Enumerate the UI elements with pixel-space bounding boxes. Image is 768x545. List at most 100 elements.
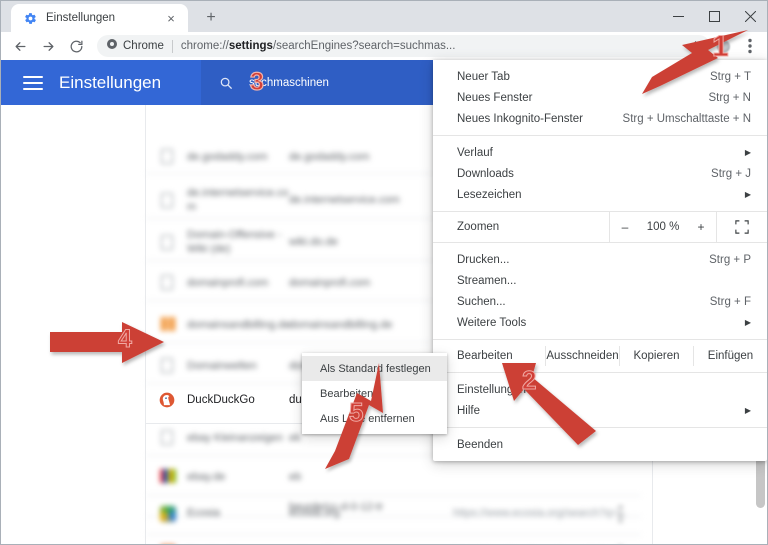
- url-bold: settings: [228, 40, 273, 52]
- edit-cut-button[interactable]: Ausschneiden: [546, 350, 619, 362]
- back-arrow-icon[interactable]: [6, 32, 34, 60]
- menu-item-lesezeichen[interactable]: Lesezeichen ▶: [433, 184, 767, 205]
- minimize-icon[interactable]: [660, 0, 696, 32]
- extension-icon[interactable]: [710, 32, 736, 60]
- menu-item-shortcut: Strg + F: [709, 295, 751, 308]
- menu-item-neues-fenster[interactable]: Neues Fenster Strg + N: [433, 87, 767, 108]
- menu-item-shortcut: Strg + J: [711, 167, 751, 180]
- edit-paste-button[interactable]: Einfügen: [694, 350, 767, 362]
- omnibox-scheme-label: Chrome: [123, 40, 164, 52]
- menu-zoom-row: Zoomen – 100 % +: [433, 211, 767, 243]
- row-name: ebay Kleinanzeigen: [187, 432, 284, 444]
- menu-item-label: Drucken...: [457, 253, 510, 266]
- menu-item-label: Hilfe: [457, 404, 481, 417]
- menu-item-neuer-tab[interactable]: Neuer Tab Strg + T: [433, 66, 767, 87]
- menu-item-label: Verlauf: [457, 146, 493, 159]
- menu-separator: [433, 135, 767, 136]
- zoom-controls: – 100 % +: [610, 212, 716, 242]
- row-name: ebay.de: [187, 471, 226, 483]
- menu-item-shortcut: Strg + Umschalttaste + N: [622, 112, 751, 125]
- hamburger-menu-icon[interactable]: [23, 73, 43, 93]
- context-menu-bearbeiten[interactable]: Bearbeiten: [302, 381, 447, 406]
- new-tab-button[interactable]: +: [199, 6, 223, 30]
- menu-item-streamen[interactable]: Streamen...: [433, 270, 767, 291]
- fullscreen-icon[interactable]: [717, 220, 767, 234]
- row-name: Ecosia: [187, 507, 221, 519]
- row-keyword: domainsandbilling.de: [289, 319, 393, 331]
- row-keyword: ek: [289, 432, 301, 444]
- menu-item-label: Beenden: [457, 438, 504, 451]
- menu-edit-row: Bearbeiten Ausschneiden Kopieren Einfüge…: [433, 339, 767, 373]
- row-keyword: ecosia.org: [289, 507, 340, 519]
- menu-item-weitere-tools[interactable]: Weitere Tools ▶: [433, 312, 767, 333]
- edit-label: Bearbeiten: [457, 350, 513, 362]
- omnibox-url[interactable]: chrome://settings/searchEngines?search=s…: [181, 40, 684, 52]
- menu-item-beenden[interactable]: Beenden: [433, 434, 767, 455]
- menu-item-shortcut: Strg + P: [709, 253, 751, 266]
- edit-copy-button[interactable]: Kopieren: [620, 350, 693, 362]
- menu-item-label: Lesezeichen: [457, 188, 522, 201]
- menu-item-label: Streamen...: [457, 274, 517, 287]
- row-name: Domain-Offensive -: [187, 229, 282, 241]
- duckduckgo-icon: [159, 392, 175, 408]
- forward-arrow-icon[interactable]: [34, 32, 62, 60]
- settings-search-input[interactable]: suchmaschinen: [201, 60, 433, 105]
- browser-window: Einstellungen × + Chrome chrome://settin…: [0, 0, 768, 545]
- three-dot-menu-icon[interactable]: [736, 32, 764, 60]
- menu-item-hilfe[interactable]: Hilfe ▶: [433, 400, 767, 421]
- address-bar[interactable]: Chrome chrome://settings/searchEngines?s…: [97, 35, 710, 57]
- settings-gear-icon: [22, 10, 38, 26]
- submenu-arrow-icon: ▶: [744, 147, 751, 157]
- menu-item-suchen[interactable]: Suchen... Strg + F: [433, 291, 767, 312]
- url-prefix: chrome://: [180, 40, 229, 52]
- menu-item-label: Zoomen: [457, 221, 500, 233]
- menu-item-label: Neues Inkognito-Fenster: [457, 112, 583, 125]
- row-name: DuckDuckGo: [187, 394, 255, 406]
- menu-item-verlauf[interactable]: Verlauf ▶: [433, 142, 767, 163]
- menu-item-label: Downloads: [457, 167, 514, 180]
- row-name: de.internetservice.co: [187, 187, 289, 199]
- chrome-main-menu: Neuer Tab Strg + T Neues Fenster Strg + …: [433, 60, 767, 461]
- row-name: Domainwelten: [187, 360, 257, 372]
- list-left-rule: [145, 105, 146, 544]
- row-url: https://www.ecosia.org/search?q=...: [453, 507, 627, 519]
- row-name: domainprofi.com: [187, 277, 269, 289]
- menu-item-label: Neues Fenster: [457, 91, 533, 104]
- menu-item-label: Neuer Tab: [457, 70, 510, 83]
- row-keyword: eb: [289, 471, 302, 483]
- submenu-arrow-icon: ▶: [744, 405, 751, 415]
- omnibox-divider: [171, 39, 173, 53]
- bookmark-star-icon[interactable]: [684, 35, 706, 57]
- close-icon[interactable]: ×: [163, 10, 179, 26]
- row-more-options-icon[interactable]: [619, 506, 623, 522]
- menu-item-neues-inkognito-fenster[interactable]: Neues Inkognito-Fenster Strg + Umschaltt…: [433, 108, 767, 129]
- omnibox-scheme-chip: Chrome: [106, 37, 164, 55]
- zoom-in-button[interactable]: +: [686, 220, 716, 234]
- submenu-arrow-icon: ▶: [744, 189, 751, 199]
- menu-item-shortcut: Strg + T: [709, 70, 751, 83]
- tab-strip: Einstellungen × +: [0, 0, 768, 32]
- settings-search-value: suchmaschinen: [249, 76, 329, 89]
- menu-item-label: Weitere Tools: [457, 316, 527, 329]
- context-menu-als-standard-festlegen[interactable]: Als Standard festlegen: [302, 356, 447, 381]
- browser-tab[interactable]: Einstellungen ×: [11, 4, 188, 32]
- search-icon: [219, 76, 233, 90]
- tab-title: Einstellungen: [46, 12, 116, 24]
- url-suffix: /searchEngines?search=suchmas...: [272, 40, 456, 52]
- maximize-icon[interactable]: [696, 0, 732, 32]
- menu-item-label: Suchen...: [457, 295, 506, 308]
- reload-icon[interactable]: [62, 32, 90, 60]
- menu-item-downloads[interactable]: Downloads Strg + J: [433, 163, 767, 184]
- chrome-page-icon: [106, 37, 118, 55]
- row-keyword: de.godaddy.com: [289, 151, 370, 163]
- menu-item-label: Einstellungen: [457, 383, 527, 396]
- search-engine-context-menu: Als Standard festlegen Bearbeiten Aus Li…: [302, 353, 447, 434]
- menu-item-shortcut: Strg + N: [708, 91, 751, 104]
- context-menu-aus-liste-entfernen[interactable]: Aus Liste entfernen: [302, 406, 447, 431]
- menu-separator: [433, 427, 767, 428]
- menu-item-drucken[interactable]: Drucken... Strg + P: [433, 249, 767, 270]
- close-icon[interactable]: [732, 0, 768, 32]
- zoom-out-button[interactable]: –: [610, 220, 640, 234]
- menu-item-einstellungen[interactable]: Einstellungen: [433, 379, 767, 400]
- row-name: de.godaddy.com: [187, 151, 268, 163]
